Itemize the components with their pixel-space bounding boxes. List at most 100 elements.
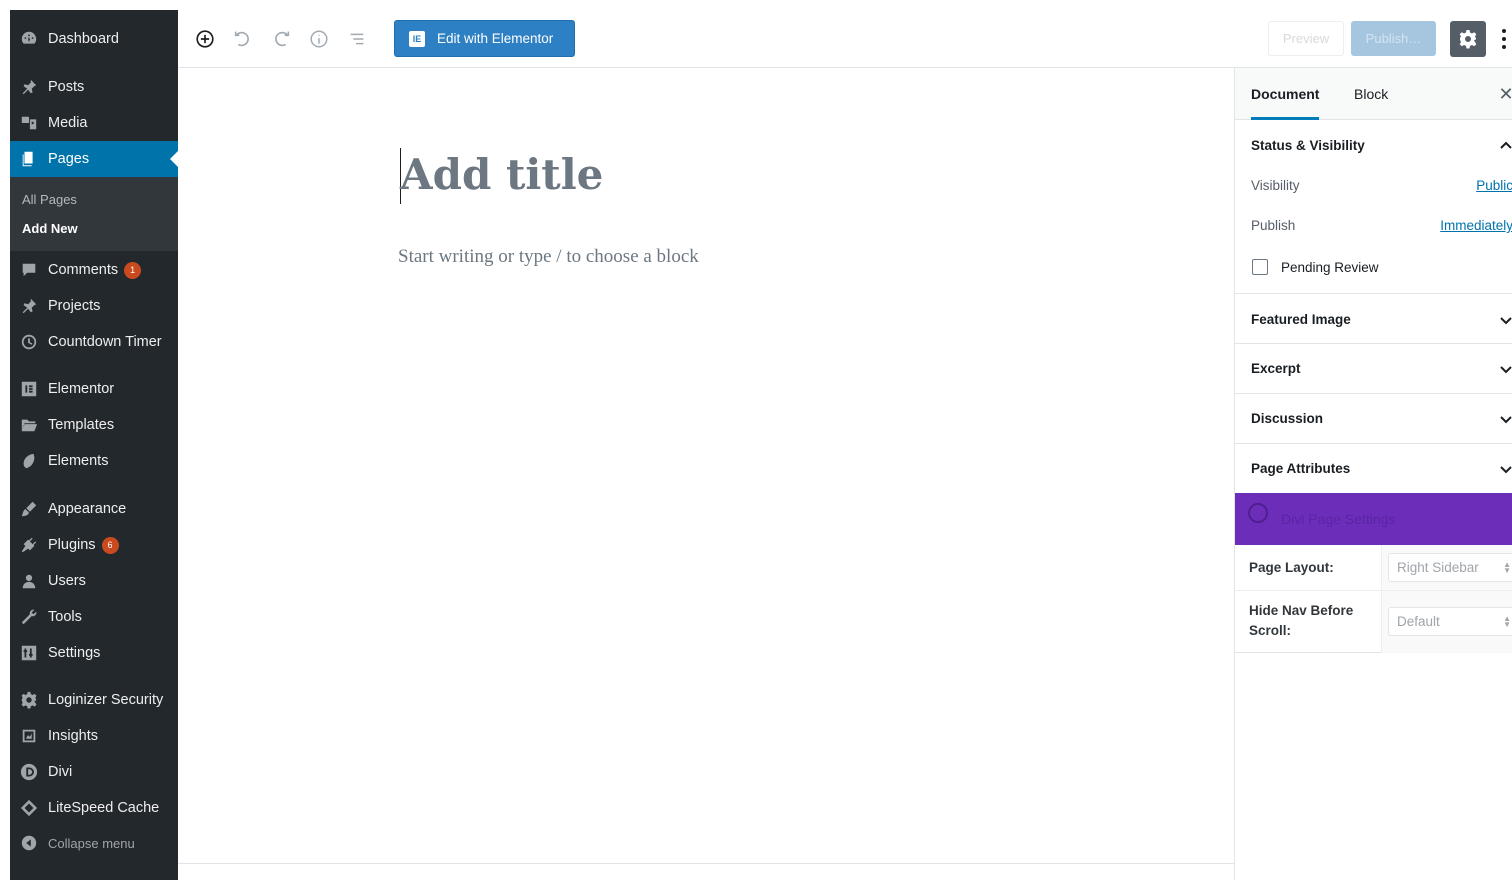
sidebar-item-comments[interactable]: Comments 1 bbox=[10, 252, 178, 288]
page-attributes-title[interactable]: Page Attributes bbox=[1251, 461, 1350, 476]
sidebar-item-label: Appearance bbox=[48, 501, 127, 517]
sidebar-item-divi[interactable]: Divi bbox=[10, 754, 178, 790]
close-icon[interactable]: ✕ bbox=[1498, 84, 1512, 104]
sidebar-item-tools[interactable]: Tools bbox=[10, 599, 178, 635]
publish-date-toggle[interactable]: Immediately bbox=[1440, 218, 1512, 233]
pin-icon bbox=[19, 296, 39, 316]
divi-icon bbox=[1248, 503, 1268, 523]
redo-icon[interactable] bbox=[269, 27, 293, 51]
admin-sidebar: Dashboard Posts Media Pages All Pages Ad… bbox=[10, 10, 178, 880]
collapse-menu-button[interactable]: Collapse menu bbox=[10, 825, 178, 861]
featured-image-panel[interactable]: Featured Image bbox=[1235, 294, 1512, 344]
hide-nav-cell: Default ▲ ▼ bbox=[1381, 591, 1512, 653]
sidebar-item-label: LiteSpeed Cache bbox=[48, 800, 160, 816]
hide-nav-select[interactable]: Default ▲ ▼ bbox=[1388, 607, 1512, 636]
more-options-icon[interactable] bbox=[1496, 26, 1512, 52]
publish-label: Publish bbox=[1251, 218, 1296, 233]
submenu-all-pages[interactable]: All Pages bbox=[22, 192, 77, 207]
hide-nav-value: Default bbox=[1397, 614, 1440, 629]
chevron-down-icon[interactable] bbox=[1499, 412, 1512, 426]
comment-icon bbox=[19, 260, 39, 280]
brush-icon bbox=[19, 499, 39, 519]
post-title-input[interactable]: Add title bbox=[400, 150, 603, 199]
excerpt-panel[interactable]: Excerpt bbox=[1235, 344, 1512, 394]
sidebar-item-label: Loginizer Security bbox=[48, 692, 164, 708]
sidebar-item-pages[interactable]: Pages bbox=[10, 141, 178, 177]
sidebar-item-elements[interactable]: Elements bbox=[10, 443, 178, 479]
page-layout-value: Right Sidebar bbox=[1397, 560, 1479, 575]
pending-review-checkbox[interactable] bbox=[1252, 259, 1268, 275]
pin-icon bbox=[19, 77, 39, 97]
editor-toolbar: IE Edit with Elementor Preview Publish… bbox=[178, 10, 1512, 68]
user-icon bbox=[19, 571, 39, 591]
select-arrows-icon: ▲ ▼ bbox=[1503, 560, 1511, 575]
elementor-logo-icon: IE bbox=[409, 30, 425, 47]
sidebar-item-projects[interactable]: Projects bbox=[10, 288, 178, 324]
sidebar-item-insights[interactable]: Insights bbox=[10, 718, 178, 754]
sliders-icon bbox=[19, 643, 39, 663]
settings-sidebar: Document Block ✕ Status & Visibility Vis… bbox=[1234, 68, 1512, 880]
chevron-down-icon[interactable] bbox=[1499, 362, 1512, 376]
sidebar-item-label: Dashboard bbox=[48, 31, 119, 47]
chevron-down-icon[interactable] bbox=[1499, 462, 1512, 476]
publish-button[interactable]: Publish… bbox=[1351, 21, 1436, 56]
chevron-down-icon[interactable] bbox=[1499, 313, 1512, 327]
status-visibility-title[interactable]: Status & Visibility bbox=[1251, 138, 1365, 153]
pages-submenu: All Pages Add New bbox=[10, 177, 178, 251]
sidebar-item-media[interactable]: Media bbox=[10, 105, 178, 141]
sidebar-item-label: Media bbox=[48, 115, 88, 131]
sidebar-item-label: Templates bbox=[48, 417, 115, 433]
edit-with-elementor-label: Edit with Elementor bbox=[437, 31, 554, 46]
sidebar-item-label: Projects bbox=[48, 298, 101, 314]
preview-button[interactable]: Preview bbox=[1268, 21, 1344, 56]
comments-count-badge: 1 bbox=[124, 261, 142, 279]
visibility-label: Visibility bbox=[1251, 178, 1300, 193]
sidebar-item-label: Divi bbox=[48, 764, 73, 780]
excerpt-title[interactable]: Excerpt bbox=[1251, 361, 1301, 376]
divi-page-settings-header[interactable]: Divi Page Settings bbox=[1235, 493, 1512, 545]
insights-icon bbox=[19, 726, 39, 746]
sidebar-item-elementor[interactable]: Elementor bbox=[10, 371, 178, 407]
discussion-title[interactable]: Discussion bbox=[1251, 411, 1323, 426]
sidebar-item-loginizer-security[interactable]: Loginizer Security bbox=[10, 682, 178, 718]
add-block-icon[interactable] bbox=[193, 27, 217, 51]
info-icon[interactable] bbox=[307, 27, 331, 51]
sidebar-item-label: Countdown Timer bbox=[48, 334, 162, 350]
diamond-icon bbox=[19, 798, 39, 818]
featured-image-title[interactable]: Featured Image bbox=[1251, 312, 1351, 327]
pending-review-label[interactable]: Pending Review bbox=[1281, 260, 1379, 275]
sidebar-item-plugins[interactable]: Plugins 6 bbox=[10, 527, 178, 563]
block-appender[interactable]: Start writing or type / to choose a bloc… bbox=[398, 246, 699, 268]
settings-toggle-button[interactable] bbox=[1450, 21, 1486, 57]
sidebar-item-appearance[interactable]: Appearance bbox=[10, 491, 178, 527]
sidebar-item-litespeed-cache[interactable]: LiteSpeed Cache bbox=[10, 790, 178, 826]
chevron-up-icon[interactable] bbox=[1499, 139, 1512, 153]
sidebar-item-users[interactable]: Users bbox=[10, 563, 178, 599]
sidebar-item-label: Posts bbox=[48, 79, 85, 95]
clock-icon bbox=[19, 332, 39, 352]
page-attributes-panel[interactable]: Page Attributes bbox=[1235, 444, 1512, 493]
visibility-toggle[interactable]: Public bbox=[1476, 178, 1512, 193]
sidebar-item-label: Comments bbox=[48, 262, 119, 278]
tab-block[interactable]: Block bbox=[1354, 68, 1388, 120]
sidebar-item-templates[interactable]: Templates bbox=[10, 407, 178, 443]
wrench-icon bbox=[19, 607, 39, 627]
sidebar-item-countdown-timer[interactable]: Countdown Timer bbox=[10, 324, 178, 360]
page-layout-label: Page Layout: bbox=[1249, 560, 1334, 575]
page-layout-cell: Right Sidebar ▲ ▼ bbox=[1381, 545, 1512, 590]
sidebar-item-dashboard[interactable]: Dashboard bbox=[10, 21, 178, 57]
undo-icon[interactable] bbox=[231, 27, 255, 51]
sidebar-tabs: Document Block ✕ bbox=[1235, 68, 1512, 120]
gear-icon bbox=[1459, 30, 1477, 49]
page-margin bbox=[0, 0, 10, 880]
submenu-add-new[interactable]: Add New bbox=[22, 221, 78, 236]
tab-document[interactable]: Document bbox=[1251, 68, 1320, 120]
sidebar-item-posts[interactable]: Posts bbox=[10, 69, 178, 105]
edit-with-elementor-button[interactable]: IE Edit with Elementor bbox=[394, 20, 575, 57]
sidebar-item-settings[interactable]: Settings bbox=[10, 635, 178, 671]
elementor-icon bbox=[19, 379, 39, 399]
outline-list-icon[interactable] bbox=[345, 27, 369, 51]
leaf-icon bbox=[19, 451, 39, 471]
discussion-panel[interactable]: Discussion bbox=[1235, 394, 1512, 444]
page-layout-select[interactable]: Right Sidebar ▲ ▼ bbox=[1388, 553, 1512, 582]
